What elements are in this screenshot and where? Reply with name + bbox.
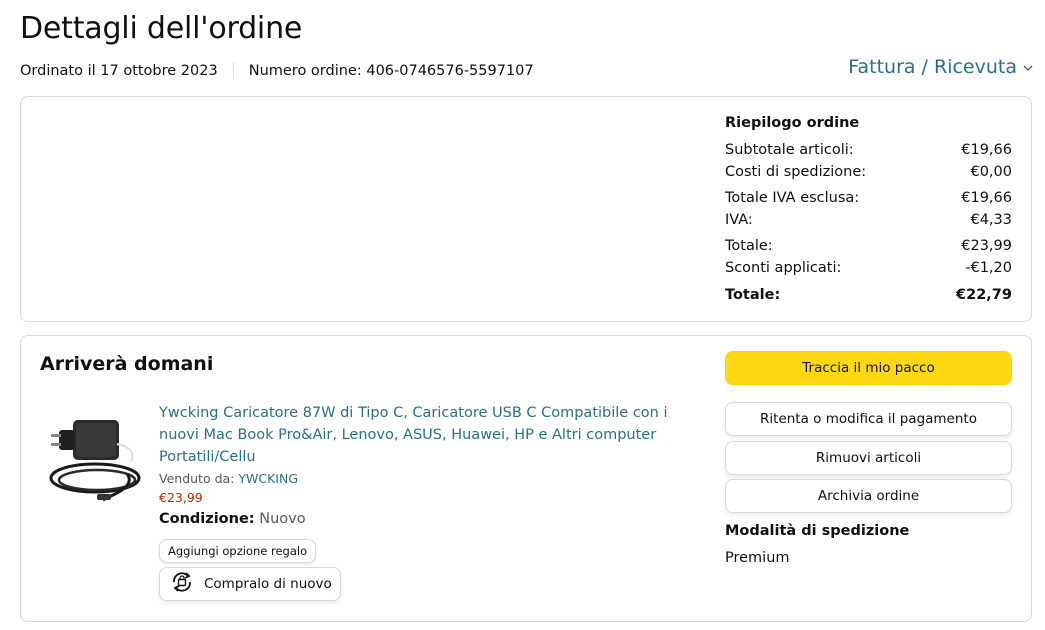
arrival-status: Arriverà domani [40, 353, 214, 375]
summary-value: €4,33 [970, 212, 1012, 228]
summary-label: Totale: [725, 238, 773, 254]
invoice-link-label: Fattura / Ricevuta [848, 56, 1017, 78]
condition-value: Nuovo [259, 511, 306, 527]
product-image[interactable] [45, 414, 145, 504]
summary-row: Subtotale articoli: €19,66 [725, 139, 1012, 161]
summary-label: IVA: [725, 212, 753, 228]
summary-label: Totale IVA esclusa: [725, 190, 860, 206]
summary-row: IVA: €4,33 [725, 209, 1012, 231]
archive-order-button[interactable]: Archivia ordine [725, 479, 1012, 513]
summary-value: €0,00 [970, 164, 1012, 180]
remove-items-button[interactable]: Rimuovi articoli [725, 441, 1012, 475]
meta-divider [232, 62, 234, 79]
summary-row: Sconti applicati: -€1,20 [725, 257, 1012, 279]
gift-option-label: Aggiungi opzione regalo [168, 544, 308, 558]
retry-payment-button[interactable]: Ritenta o modifica il pagamento [725, 402, 1012, 436]
order-summary-card: Riepilogo ordine Subtotale articoli: €19… [20, 96, 1032, 322]
add-gift-option-button[interactable]: Aggiungi opzione regalo [159, 539, 317, 563]
buy-again-icon [168, 568, 196, 600]
summary-label: Subtotale articoli: [725, 142, 854, 158]
retry-payment-label: Ritenta o modifica il pagamento [760, 411, 977, 427]
summary-row: Costi di spedizione: €0,00 [725, 161, 1012, 183]
summary-label: Costi di spedizione: [725, 164, 867, 180]
order-summary: Riepilogo ordine Subtotale articoli: €19… [725, 115, 1012, 306]
product-details: Ywcking Caricatore 87W di Tipo C, Carica… [159, 402, 699, 527]
summary-label: Totale: [725, 287, 781, 303]
buy-again-label: Compralo di nuovo [204, 576, 332, 592]
order-meta: Ordinato il 17 ottobre 2023 Numero ordin… [20, 62, 534, 79]
buy-again-button[interactable]: Compralo di nuovo [159, 567, 341, 601]
summary-value: €22,79 [956, 287, 1012, 303]
remove-items-label: Rimuovi articoli [815, 450, 922, 466]
order-date: Ordinato il 17 ottobre 2023 [20, 62, 218, 79]
shipping-mode-value: Premium [725, 550, 790, 566]
product-title-link[interactable]: Ywcking Caricatore 87W di Tipo C, Carica… [159, 402, 699, 468]
seller-line: Venduto da: YWCKING [159, 471, 699, 486]
summary-value: €19,66 [961, 190, 1012, 206]
archive-order-label: Archivia ordine [817, 488, 920, 504]
chevron-down-icon [1023, 61, 1033, 76]
summary-row: Totale: €23,99 [725, 235, 1012, 257]
shipment-card: Arriverà domani Ywcking Caricatore 87W d… [20, 335, 1032, 622]
shipping-mode-label: Modalità di spedizione [725, 523, 910, 539]
invoice-dropdown[interactable]: Fattura / Ricevuta [848, 56, 1033, 78]
summary-row: Totale IVA esclusa: €19,66 [725, 187, 1012, 209]
summary-grand-total: Totale: €22,79 [725, 284, 1012, 306]
track-package-button[interactable]: Traccia il mio pacco [725, 351, 1012, 385]
summary-title: Riepilogo ordine [725, 115, 860, 131]
seller-link[interactable]: YWCKING [238, 471, 298, 486]
condition-label: Condizione: [159, 511, 255, 527]
summary-value: €19,66 [961, 142, 1012, 158]
summary-value: €23,99 [961, 238, 1012, 254]
sold-by-label: Venduto da: [159, 471, 235, 486]
product-condition: Condizione: Nuovo [159, 511, 699, 527]
track-package-label: Traccia il mio pacco [802, 360, 935, 376]
summary-value: -€1,20 [965, 260, 1012, 276]
order-number: Numero ordine: 406-0746576-5597107 [248, 62, 534, 79]
product-price: €23,99 [159, 490, 203, 505]
summary-label: Sconti applicati: [725, 260, 842, 276]
page-title: Dettagli dell'ordine [20, 11, 303, 46]
